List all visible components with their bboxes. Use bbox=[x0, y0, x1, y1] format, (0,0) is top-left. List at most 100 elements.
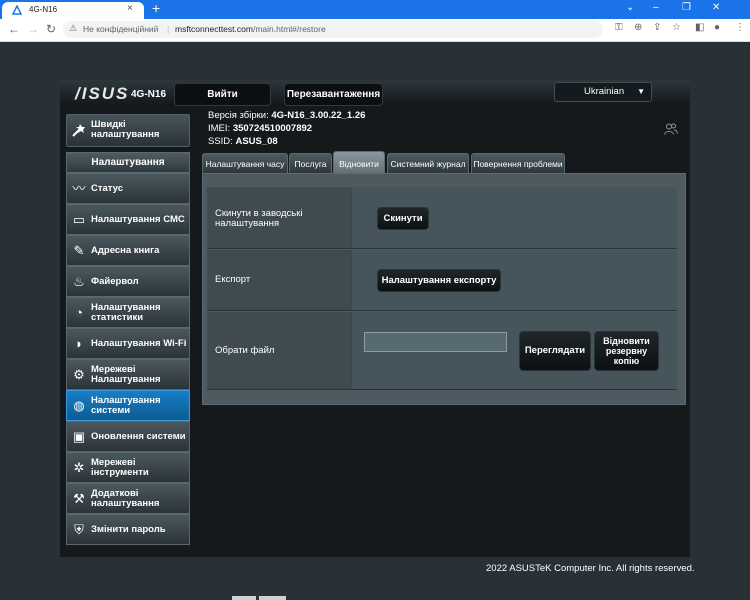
zoom-icon[interactable]: ⊕ bbox=[634, 22, 642, 33]
maximize-icon[interactable]: ❐ bbox=[682, 2, 691, 13]
imei-label: IMEI: bbox=[208, 123, 231, 134]
browser-tab[interactable]: 4G-N16 × bbox=[2, 2, 144, 19]
back-icon[interactable]: ← bbox=[8, 22, 20, 36]
choose-file-label: Обрати файл bbox=[215, 345, 275, 356]
sidebar-item-change-password[interactable]: ⛨ Змінити пароль bbox=[66, 514, 190, 545]
key-icon[interactable]: ⚿ bbox=[615, 22, 623, 33]
asus-logo: /ISUS bbox=[75, 84, 130, 103]
sidebar-item-advanced-settings[interactable]: ⚒ Додаткові налаштування bbox=[66, 483, 190, 514]
sms-icon: ▭ bbox=[72, 212, 86, 227]
browser-tab-title: 4G-N16 bbox=[29, 5, 58, 14]
restore-backup-button[interactable]: Відновити резервну копію bbox=[594, 331, 659, 371]
reboot-button[interactable]: Перезавантаження bbox=[284, 83, 383, 106]
window-close-icon[interactable]: ✕ bbox=[712, 2, 720, 13]
sidebar-item-label: Налаштування системи bbox=[91, 394, 161, 416]
sidebar-item-status[interactable]: 〰 Статус bbox=[66, 173, 190, 204]
forward-icon: → bbox=[27, 22, 39, 36]
address-bar: ← → ↻ ⚠ Не конфіденційний | msftconnectt… bbox=[0, 19, 750, 42]
system-update-icon: ▣ bbox=[72, 429, 86, 444]
browse-button[interactable]: Переглядати bbox=[519, 331, 591, 371]
imei-info: IMEI: 350724510007892 bbox=[208, 123, 312, 134]
menu-icon[interactable]: ⋮ bbox=[735, 22, 745, 33]
url-text[interactable]: msftconnecttest.com/main.html#/restore bbox=[175, 24, 326, 34]
security-label[interactable]: Не конфіденційний bbox=[83, 24, 158, 34]
imei-value: 350724510007892 bbox=[232, 123, 313, 134]
side-panel-icon[interactable]: ◧ bbox=[695, 22, 704, 33]
sidebar-item-system-update[interactable]: ▣ Оновлення системи bbox=[66, 421, 190, 452]
sidebar-item-label: Мережеві Налаштування bbox=[91, 363, 161, 385]
language-select[interactable]: Ukrainian ▼ bbox=[554, 82, 652, 102]
factory-reset-row: Скинути в заводські налаштування bbox=[207, 187, 677, 249]
ssid-info: SSID: ASUS_08 bbox=[208, 136, 278, 147]
sidebar-item-system-settings[interactable]: ◍ Налаштування системи bbox=[66, 390, 190, 421]
reload-icon[interactable]: ↻ bbox=[46, 22, 56, 36]
sidebar-item-network-settings[interactable]: ⚙ Мережеві Налаштування bbox=[66, 359, 190, 390]
tab-close-icon[interactable]: × bbox=[127, 3, 133, 14]
sidebar-item-label: Налаштування Wi-Fi bbox=[91, 337, 187, 349]
network-settings-icon: ⚙ bbox=[73, 367, 85, 382]
url-path: /main.html#/restore bbox=[252, 24, 326, 34]
tab-search-icon[interactable]: ⌄ bbox=[626, 2, 634, 13]
sidebar-item-label: Мережеві інструменти bbox=[91, 456, 149, 478]
url-host: msftconnecttest.com bbox=[175, 24, 253, 34]
browser-tab-strip: 4G-N16 × + ⌄ – ❐ ✕ bbox=[0, 0, 750, 19]
users-icon[interactable] bbox=[664, 123, 678, 137]
sidebar-item-sms[interactable]: ▭ Налаштування СМС bbox=[66, 204, 190, 235]
globe-icon: ◍ bbox=[73, 398, 85, 413]
network-tools-icon: ✲ bbox=[73, 460, 85, 475]
url-field[interactable]: ⚠ Не конфіденційний | msftconnecttest.co… bbox=[63, 21, 603, 38]
sidebar-item-statistics[interactable]: ◔ Налаштування статистики bbox=[66, 297, 190, 328]
file-path-input[interactable] bbox=[364, 332, 507, 352]
export-settings-button[interactable]: Налаштування експорту bbox=[377, 269, 501, 292]
tab-service[interactable]: Послуга bbox=[289, 153, 332, 174]
wifi-icon: ◗ bbox=[75, 336, 83, 351]
quick-setup-button[interactable]: Швидкі налаштування bbox=[66, 114, 190, 147]
logout-button[interactable]: Вийти bbox=[174, 83, 271, 106]
bookmark-star-icon[interactable]: ☆ bbox=[672, 22, 681, 33]
new-tab-button[interactable]: + bbox=[152, 0, 160, 16]
share-icon[interactable]: ⇪ bbox=[653, 22, 661, 33]
sidebar-item-label: Статус bbox=[91, 182, 124, 194]
tab-time-settings[interactable]: Налаштування часу bbox=[202, 153, 288, 174]
reset-button[interactable]: Скинути bbox=[377, 207, 429, 230]
firmware-label: Версія збірки: bbox=[208, 110, 269, 121]
minimize-icon[interactable]: – bbox=[653, 2, 659, 13]
tab-restore[interactable]: Відновити bbox=[333, 151, 385, 174]
sidebar-item-wifi[interactable]: ◗ Налаштування Wi-Fi bbox=[66, 328, 190, 359]
sidebar-item-address-book[interactable]: ✎ Адресна книга bbox=[66, 235, 190, 266]
factory-reset-label: Скинути в заводські налаштування bbox=[215, 208, 303, 229]
quick-setup-icon bbox=[72, 124, 85, 137]
settings-section-title: Налаштування bbox=[66, 152, 190, 173]
ssid-label: SSID: bbox=[208, 136, 233, 147]
ssid-value: ASUS_08 bbox=[235, 136, 278, 147]
advanced-settings-icon: ⚒ bbox=[73, 491, 85, 506]
export-label: Експорт bbox=[215, 274, 251, 285]
firmware-value: 4G-N16_3.00.22_1.26 bbox=[271, 110, 366, 121]
lock-icon: ⛨ bbox=[74, 522, 84, 537]
sidebar-item-label: Оновлення системи bbox=[91, 430, 186, 442]
sidebar-item-label: Налаштування СМС bbox=[91, 213, 185, 225]
sidebar-item-label: Адресна книга bbox=[91, 244, 160, 256]
sidebar-item-label: Змінити пароль bbox=[91, 523, 166, 535]
language-value: Ukrainian bbox=[584, 86, 625, 97]
warning-icon[interactable]: ⚠ bbox=[69, 23, 77, 34]
address-book-icon: ✎ bbox=[73, 243, 85, 258]
firewall-icon: ♨ bbox=[73, 274, 85, 289]
sidebar-item-network-tools[interactable]: ✲ Мережеві інструменти bbox=[66, 452, 190, 483]
page-indicator bbox=[232, 596, 256, 600]
tab-feedback[interactable]: Повернення проблеми bbox=[471, 153, 565, 174]
sidebar-item-label: Додаткові налаштування bbox=[91, 487, 160, 509]
separator: | bbox=[167, 24, 170, 34]
tab-system-log[interactable]: Системний журнал bbox=[387, 153, 469, 174]
copyright-text: 2022 ASUSTeK Computer Inc. All rights re… bbox=[486, 563, 695, 574]
sidebar-item-label: Файервол bbox=[91, 275, 139, 287]
page-indicator bbox=[259, 596, 286, 600]
profile-icon[interactable]: ● bbox=[714, 22, 720, 33]
firmware-info: Версія збірки: 4G-N16_3.00.22_1.26 bbox=[208, 110, 365, 121]
sidebar-item-label: Налаштування статистики bbox=[91, 301, 161, 323]
pulse-icon: 〰 bbox=[72, 181, 86, 196]
restore-backup-label: Відновити резервну копію bbox=[603, 336, 650, 366]
quick-setup-label: Швидкі налаштування bbox=[91, 119, 160, 140]
sidebar-item-firewall[interactable]: ♨ Файервол bbox=[66, 266, 190, 297]
statistics-icon: ◔ bbox=[75, 305, 83, 320]
